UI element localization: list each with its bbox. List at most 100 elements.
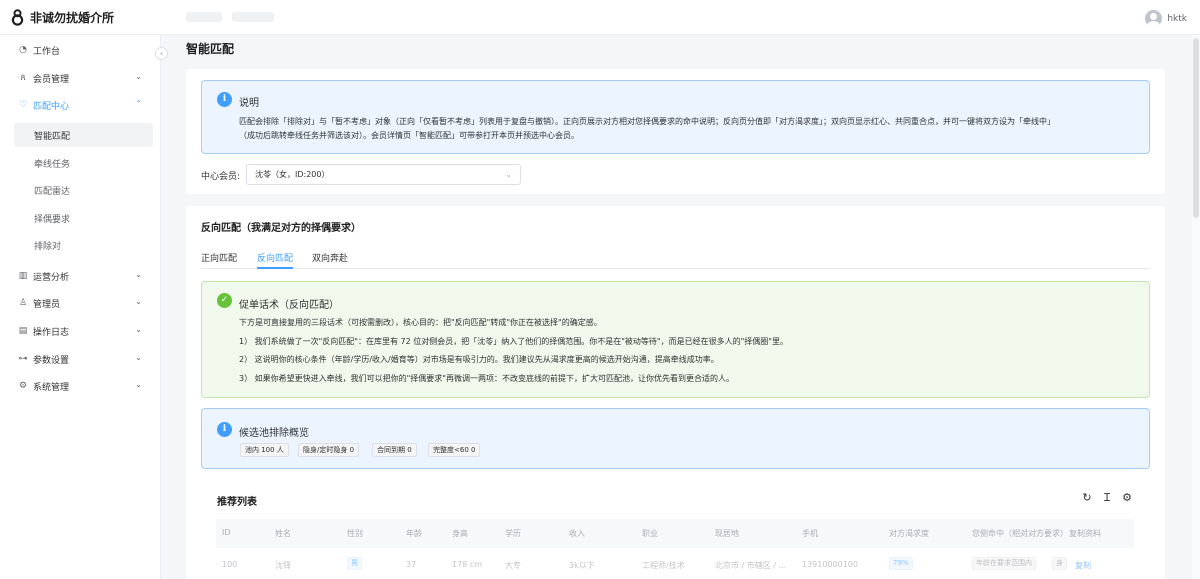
logo-icon xyxy=(11,9,24,26)
tab-forward[interactable]: 正向匹配 xyxy=(201,251,237,264)
column-header-copy[interactable]: 复制资料 xyxy=(1069,528,1101,539)
notice-title: 说明 xyxy=(239,98,259,109)
cell-id: 100 xyxy=(222,560,238,569)
notice-alert: i 说明 匹配会排除「排除对」与「暂不考虑」对象（正向「仅看暂不考虑」列表用于复… xyxy=(201,80,1150,154)
column-header-job[interactable]: 职业 xyxy=(642,528,658,539)
chevron-down-icon: ⌄ xyxy=(135,270,142,279)
script-line: 1） 我们系统做了一次"反向匹配"：在库里有 72 位对侧会员，把「沈苓」纳入了… xyxy=(239,337,788,346)
chevron-down-icon: ⌄ xyxy=(135,297,142,306)
sidebar-item-dashboard[interactable]: ◔ 工作台 xyxy=(0,38,160,62)
app-logo[interactable]: 非诚勿扰婚介所 xyxy=(11,9,114,26)
page-scrollbar-thumb[interactable] xyxy=(1193,38,1199,218)
member-select[interactable]: 沈苓（女，ID:200） ⌄ xyxy=(246,164,521,185)
cell-hit-tag: 年龄在要求范围内 xyxy=(972,557,1036,570)
sidebar-subitem-label: 匹配雷达 xyxy=(34,186,71,197)
chevron-down-icon: ⌄ xyxy=(135,353,142,362)
list-title: 推荐列表 xyxy=(217,497,257,508)
sidebar-subitem-label: 择偶要求 xyxy=(34,214,71,225)
sidebar: ◔ 工作台 ጰ 会员管理 ⌄ ♡ 匹配中心 ⌃ 智能匹配 牵线任务 匹配雷达 择… xyxy=(0,35,161,579)
refresh-icon[interactable]: ↻ xyxy=(1081,492,1093,504)
user-icon: ♙ xyxy=(18,298,28,308)
sidebar-item-admins[interactable]: ♙ 管理员 ⌄ xyxy=(0,291,160,315)
page-title: 智能匹配 xyxy=(186,42,235,56)
density-icon[interactable]: Ɪ xyxy=(1101,492,1113,504)
column-header-id[interactable]: ID xyxy=(222,528,231,537)
check-circle-icon: ✓ xyxy=(217,293,232,308)
chevron-down-icon: ⌄ xyxy=(135,325,142,334)
cell-income: 3k以下 xyxy=(569,561,595,570)
cell-phone: 13910000100 xyxy=(802,560,858,569)
sidebar-item-analytics[interactable]: ▥ 运营分析 ⌄ xyxy=(0,264,160,288)
sidebar-subitem-label: 排除对 xyxy=(34,241,62,252)
log-icon: ▤ xyxy=(18,326,28,336)
breadcrumb-placeholder-2 xyxy=(232,12,274,22)
script-line: 3） 如果你希望更快进入牵线，我们可以把你的"择偶要求"再微调一两项：不改变底线… xyxy=(239,374,734,383)
notice-line: （成功后跳转牵线任务并筛选该对）。会员详情页「智能匹配」可带参打开本页并预选中心… xyxy=(239,131,579,140)
chevron-left-icon: ‹ xyxy=(159,49,164,58)
top-bar: 非诚勿扰婚介所 hktk xyxy=(0,0,1200,35)
chevron-down-icon: ⌄ xyxy=(135,380,142,389)
chevron-up-icon: ⌃ xyxy=(135,99,142,108)
script-line: 2） 这说明你的核心条件（年龄/学历/收入/婚育等）对市场是有吸引力的。我们建议… xyxy=(239,355,719,364)
column-header-desire[interactable]: 对方渴求度 xyxy=(889,528,929,539)
sidebar-item-members[interactable]: ጰ 会员管理 ⌄ xyxy=(0,66,160,90)
notice-line: 匹配会排除「排除对」与「暂不考虑」对象（正向「仅看暂不考虑」列表用于复盘与撤销）… xyxy=(239,117,1055,126)
member-select-label: 中心会员: xyxy=(201,172,241,182)
sidebar-item-system[interactable]: ⚙ 系统管理 ⌄ xyxy=(0,374,160,398)
user-menu[interactable]: hktk xyxy=(1145,10,1187,27)
column-header-gender[interactable]: 性别 xyxy=(347,528,363,539)
cell-gender-tag: 男 xyxy=(347,557,362,570)
sidebar-item-matching[interactable]: ♡ 匹配中心 ⌃ xyxy=(0,93,160,117)
sidebar-subitem-label: 牵线任务 xyxy=(34,159,71,170)
sidebar-subitem-smart-match[interactable]: 智能匹配 xyxy=(14,123,153,147)
sidebar-subitem-exclusions[interactable]: 排除对 xyxy=(14,233,153,257)
gear-icon: ⚙ xyxy=(18,381,28,391)
tabs-divider xyxy=(201,268,1149,269)
script-alert: ✓ 促单话术（反向匹配） 下方是可直接复用的三段话术（可按需删改），核心目的：把… xyxy=(201,281,1150,398)
cell-name: 沈铎 xyxy=(275,561,291,570)
section-title: 反向匹配（我满足对方的择偶要求） xyxy=(201,223,361,234)
sidebar-item-logs[interactable]: ▤ 操作日志 ⌄ xyxy=(0,319,160,343)
dashboard-icon: ◔ xyxy=(19,45,27,55)
sidebar-item-label: 参数设置 xyxy=(33,355,70,366)
sidebar-subitem-matchmaking-tasks[interactable]: 牵线任务 xyxy=(14,151,153,175)
column-header-location[interactable]: 现居地 xyxy=(715,528,739,539)
cell-hit-tag: 身 xyxy=(1052,557,1067,570)
pool-alert-title: 候选池排除概览 xyxy=(239,428,309,439)
user-name: hktk xyxy=(1167,13,1187,24)
column-header-name[interactable]: 姓名 xyxy=(275,528,291,539)
column-header-income[interactable]: 收入 xyxy=(569,528,585,539)
column-header-height[interactable]: 身高 xyxy=(452,528,468,539)
settings-icon[interactable]: ⚙ xyxy=(1121,492,1133,504)
tab-mutual[interactable]: 双向奔赴 xyxy=(312,251,348,264)
column-header-phone[interactable]: 手机 xyxy=(802,528,818,539)
column-header-hit[interactable]: 您侧命中（相对对方要求） xyxy=(972,528,1064,539)
script-line: 下方是可直接复用的三段话术（可按需删改），核心目的：把"反向匹配"转成"你正在被… xyxy=(239,318,602,327)
pool-tag: 完整度<60 0 xyxy=(428,443,481,457)
sidebar-item-label: 管理员 xyxy=(33,299,61,310)
heart-icon: ♡ xyxy=(18,100,28,110)
sidebar-item-settings[interactable]: ⊶ 参数设置 ⌄ xyxy=(0,347,160,371)
cell-education: 大专 xyxy=(505,561,521,570)
cell-height: 178 cm xyxy=(452,560,483,569)
sidebar-collapse-button[interactable]: ‹ xyxy=(155,47,168,60)
copy-link[interactable]: 复制 xyxy=(1075,560,1091,571)
column-header-age[interactable]: 年龄 xyxy=(406,528,422,539)
info-icon: i xyxy=(217,422,232,437)
breadcrumb-placeholder-1 xyxy=(186,12,222,22)
sidebar-item-label: 系统管理 xyxy=(33,382,70,393)
app-title: 非诚勿扰婚介所 xyxy=(30,11,115,25)
tab-reverse[interactable]: 反向匹配 xyxy=(257,251,293,264)
cell-age: 37 xyxy=(406,560,417,569)
sidebar-item-label: 匹配中心 xyxy=(33,101,70,112)
sidebar-item-label: 运营分析 xyxy=(33,272,70,283)
member-select-value: 沈苓（女，ID:200） xyxy=(255,170,330,179)
sidebar-subitem-mate-requirements[interactable]: 择偶要求 xyxy=(14,206,153,230)
column-header-education[interactable]: 学历 xyxy=(505,528,521,539)
avatar xyxy=(1145,10,1163,27)
sidebar-item-label: 会员管理 xyxy=(33,74,70,85)
members-icon: ጰ xyxy=(20,73,26,83)
sidebar-subitem-match-radar[interactable]: 匹配雷达 xyxy=(14,178,153,202)
active-tab-indicator xyxy=(257,267,293,269)
pool-alert: i 候选池排除概览 xyxy=(201,408,1150,469)
